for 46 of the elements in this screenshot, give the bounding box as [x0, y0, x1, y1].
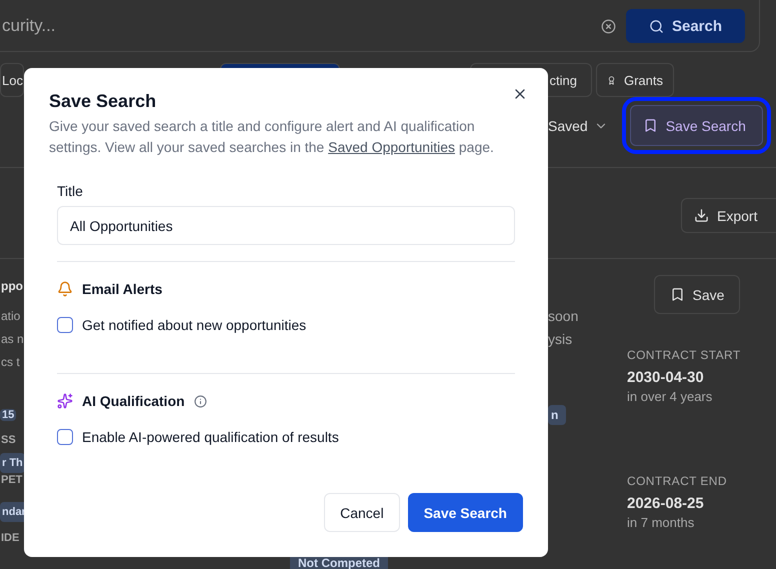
search-field[interactable]: curity... Search [0, 0, 760, 52]
filter-chip[interactable]: Grants [596, 63, 674, 97]
field-label: SS [1, 433, 16, 447]
section-heading: Email Alerts [82, 281, 162, 297]
saved-opportunities-link[interactable]: Saved Opportunities [328, 139, 455, 155]
date-value: 2026-08-25 [627, 494, 704, 514]
checkbox-label: Get notified about new opportunities [82, 317, 306, 333]
description-text: atio [1, 309, 20, 323]
tag: n [548, 405, 566, 425]
checkbox[interactable] [57, 317, 73, 333]
export-button[interactable]: Export [681, 198, 776, 233]
bookmark-icon [670, 287, 685, 302]
description-text: ysis [548, 330, 572, 349]
section-heading: AI Qualification [82, 393, 185, 409]
checkbox-label: Enable AI-powered qualification of results [82, 429, 339, 445]
result-title: ppo [1, 278, 23, 295]
date-label: CONTRACT END [627, 473, 727, 489]
sparkles-icon [57, 393, 73, 409]
field-label: PET [1, 473, 22, 487]
save-search-button[interactable]: Save Search [408, 493, 523, 532]
field-label: IDE [1, 531, 20, 545]
sort-dropdown[interactable]: Saved [548, 118, 608, 134]
info-icon[interactable] [194, 394, 207, 408]
cancel-button[interactable]: Cancel [324, 493, 400, 532]
download-icon [694, 208, 709, 223]
date-value: 2030-04-30 [627, 368, 704, 388]
search-button[interactable]: Search [626, 9, 745, 43]
description-text: cs t [1, 355, 20, 369]
title-input[interactable]: All Opportunities [57, 206, 515, 245]
relative-date: in over 4 years [627, 389, 712, 405]
save-button[interactable]: Save [654, 275, 740, 314]
tag: 15 [0, 409, 16, 421]
checkbox[interactable] [57, 429, 73, 445]
search-icon [648, 18, 664, 34]
tag: r Th [0, 453, 25, 473]
filter-chip[interactable]: Loc [0, 63, 24, 97]
dialog-title: Save Search [49, 90, 156, 112]
field-label: Title [57, 182, 84, 201]
description-text: soon [548, 307, 578, 326]
bell-icon [57, 281, 73, 297]
description-text: as n [1, 332, 24, 346]
bookmark-icon [642, 118, 658, 133]
dialog-description: Give your saved search a title and configure alert and AI qualification settings. View all your saved searches in the Saved Opportunities page. [49, 117, 495, 157]
relative-date: in 7 months [627, 515, 694, 531]
date-label: CONTRACT START [627, 347, 741, 363]
clear-icon[interactable] [601, 19, 616, 34]
